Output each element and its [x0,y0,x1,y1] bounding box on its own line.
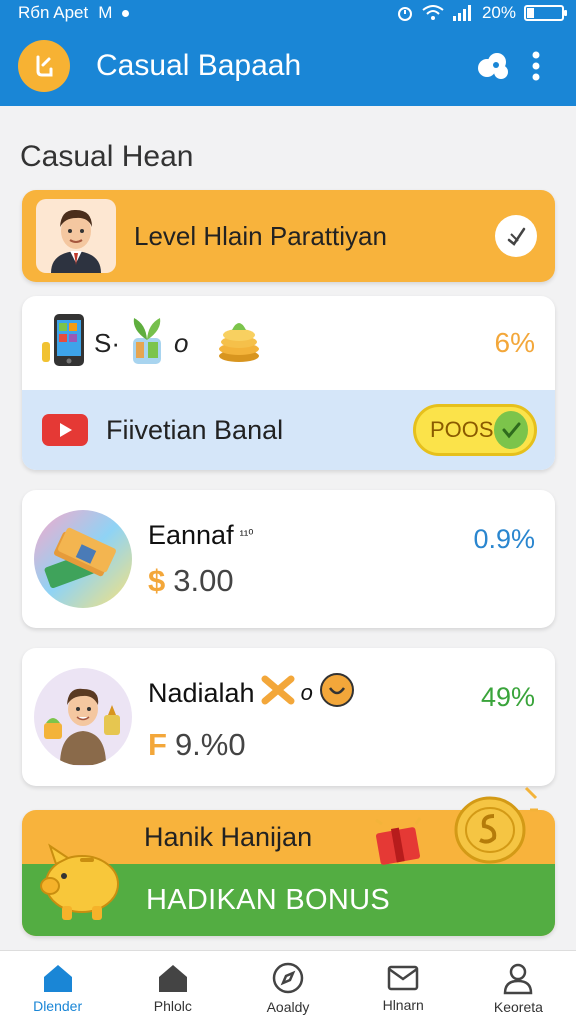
compass-icon [272,962,304,993]
nav-label: Keoreta [493,998,543,1015]
reward-percent: 49% [480,682,535,712]
nav-label: Phlolc [153,997,192,1014]
money-stack-icon [34,510,132,608]
battery-percent: 20% [481,3,516,22]
avatar [36,199,116,273]
combo-card: S· o 6% Fiivetian Banal POOS [22,296,555,470]
combo-text-1: S· [94,327,120,358]
battery-fill [527,8,534,18]
gold-coin-icon [442,782,542,868]
piggy-bank-icon [36,828,126,924]
combo-items: S· o [40,312,495,375]
banner-button-label: POOS [430,417,494,442]
reward-title: Eannaf [148,519,234,550]
house-icon [158,964,187,992]
nav-label: Aoaldy [266,998,310,1015]
gift-icon [372,814,426,868]
youtube-icon [42,414,88,446]
combo-text-2: o [174,327,189,358]
banner-row[interactable]: Fiivetian Banal POOS [22,390,555,470]
reward-name: Nadialah o [148,672,481,715]
reward-card[interactable]: Eannaf ¹¹⁰ $ 3.00 0.9% [22,490,555,628]
reward-name: Eannaf ¹¹⁰ [148,520,473,551]
banner-button[interactable]: POOS [413,404,537,456]
notification-dot-icon [122,9,130,17]
home-icon [43,964,72,992]
bonus-card: Hanik Hanijan HADIKAN BONUS [22,786,555,936]
more-vert-icon[interactable] [514,44,558,88]
nav-label: Hlnarn [382,996,424,1013]
ribbon-icon [261,675,295,712]
cloud-icon[interactable] [470,44,514,88]
reward-superscript: ¹¹⁰ [239,527,254,542]
status-left-text: Rбn Apet [18,3,89,22]
bottom-nav: Dlender Phlolc Aoaldy Hlnarn Keoreta [0,950,576,1024]
alarm-icon [396,4,414,22]
currency-symbol: $ [148,562,166,598]
currency-symbol: F [148,726,167,762]
bolt-logo-icon[interactable] [18,40,70,92]
reward-percent: 0.9% [473,524,535,554]
nav-item-messages[interactable]: Hlnarn [346,951,461,1024]
signal-icon [452,5,474,21]
nav-item-explore[interactable]: Aoaldy [230,951,345,1024]
phone-icon [40,312,90,375]
mail-icon [387,965,419,990]
section-title: Casual Hean [20,140,194,173]
nav-label: Dlender [33,997,83,1014]
status-bar: Rбn Apet M 20% [0,0,576,26]
profile-icon [504,963,533,994]
battery-icon [524,5,567,21]
nav-item-profile[interactable]: Phlolc [115,951,230,1024]
amount-value: 9.%0 [174,726,246,762]
reward-amount: $ 3.00 [148,563,473,599]
reward-amount: F 9.%0 [148,727,481,763]
combo-percent: 6% [494,327,535,358]
reward-title: Nadialah [148,677,255,708]
wifi-icon [422,5,444,21]
check-icon[interactable] [495,215,537,257]
nav-item-home[interactable]: Dlender [0,951,115,1024]
plant-icon [124,314,170,373]
smile-coin-icon [319,672,355,715]
app-bar: Casual Bapaah [0,26,576,106]
level-card[interactable]: Level Hlain Parattiyan [22,190,555,282]
reward-extra: o [300,680,313,705]
app-title: Casual Bapaah [96,49,302,82]
amount-value: 3.00 [173,562,234,598]
reward-card[interactable]: Nadialah o F 9.%0 49% [22,648,555,786]
network-indicator: M [98,3,113,22]
level-label: Level Hlain Parattiyan [134,220,387,251]
person-money-icon [34,668,132,766]
check-icon [493,411,528,449]
banner-label: Fiivetian Banal [106,414,284,445]
coins-icon [214,316,264,371]
nav-item-account[interactable]: Keoreta [461,951,576,1024]
